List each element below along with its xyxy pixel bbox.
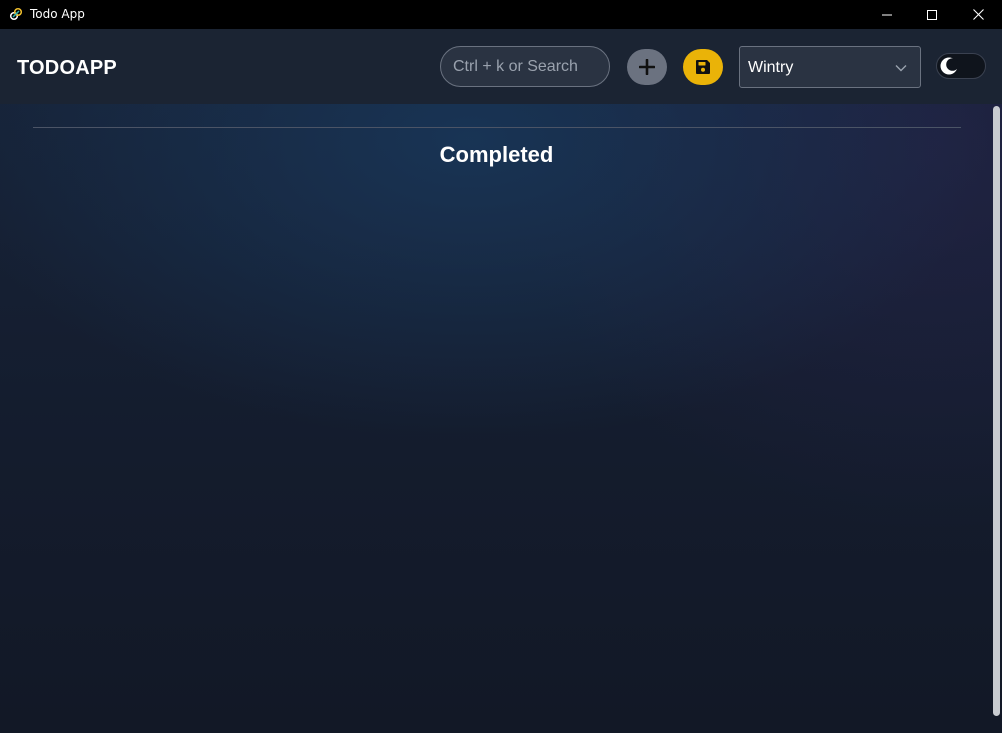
section-divider (33, 127, 961, 128)
theme-select[interactable]: Wintry (739, 46, 921, 88)
brand-title[interactable]: TODOAPP (17, 56, 117, 80)
app-content: TODOAPP Wintry (0, 29, 1002, 733)
app-window: Todo App TODOAPP Ctrl + k or Search Wint… (0, 0, 1002, 733)
maximize-icon (927, 9, 937, 20)
window-title: Todo App (30, 7, 85, 21)
close-icon (972, 9, 984, 20)
floppy-disk-icon (696, 60, 710, 74)
title-bar[interactable]: Todo App (0, 0, 1002, 29)
scrollbar-thumb[interactable] (993, 106, 1000, 716)
dark-mode-toggle[interactable] (936, 53, 986, 79)
navbar: TODOAPP Wintry (0, 29, 1002, 104)
scrollbar[interactable] (993, 104, 1002, 733)
close-button[interactable] (955, 0, 1001, 29)
save-button[interactable] (683, 49, 723, 85)
plus-icon (639, 59, 655, 75)
minimize-icon (882, 14, 892, 15)
moon-icon (940, 57, 958, 75)
chevron-down-icon (895, 65, 907, 72)
minimize-button[interactable] (864, 0, 910, 29)
add-todo-button[interactable] (627, 49, 667, 85)
completed-section-title: Completed (439, 142, 554, 167)
theme-select-value: Wintry (748, 59, 794, 76)
link-icon (9, 7, 23, 21)
search-input[interactable] (440, 46, 610, 87)
maximize-button[interactable] (909, 0, 955, 29)
